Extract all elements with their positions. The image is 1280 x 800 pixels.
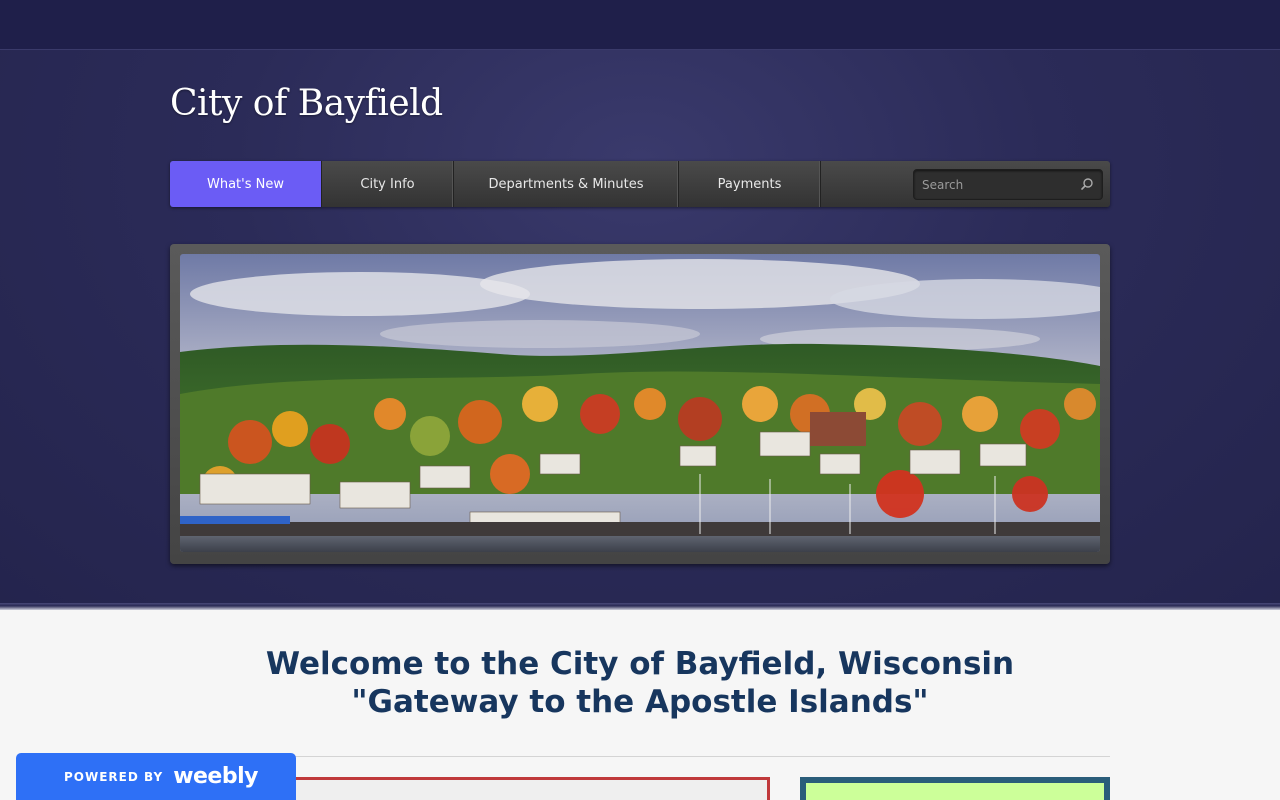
- powered-by-label: POWERED BY: [64, 769, 164, 784]
- welcome-heading-line2: "Gateway to the Apostle Islands": [351, 684, 929, 720]
- search-input[interactable]: [914, 170, 1074, 199]
- search-icon[interactable]: [1080, 177, 1094, 191]
- banner-image: [180, 254, 1100, 552]
- content-box-right: [800, 777, 1110, 800]
- nav-item-whats-new[interactable]: What's New: [170, 161, 322, 207]
- top-strip: [0, 0, 1280, 50]
- nav-item-payments[interactable]: Payments: [679, 161, 821, 207]
- welcome-heading: Welcome to the City of Bayfield, Wiscons…: [170, 645, 1110, 721]
- nav-item-city-info[interactable]: City Info: [322, 161, 454, 207]
- site-title[interactable]: City of Bayfield: [170, 83, 443, 124]
- nav-item-departments-minutes[interactable]: Departments & Minutes: [454, 161, 679, 207]
- search-box: [913, 169, 1103, 200]
- content-divider: [170, 756, 1110, 757]
- header-divider: [0, 603, 1280, 610]
- weebly-logo: weebly: [173, 764, 258, 789]
- content-box-left: [290, 777, 770, 800]
- banner-frame: [170, 244, 1110, 564]
- welcome-heading-line1: Welcome to the City of Bayfield, Wiscons…: [265, 646, 1015, 682]
- powered-by-weebly-badge[interactable]: POWERED BY weebly: [16, 753, 296, 800]
- main-nav: What's New City Info Departments & Minut…: [170, 161, 1110, 207]
